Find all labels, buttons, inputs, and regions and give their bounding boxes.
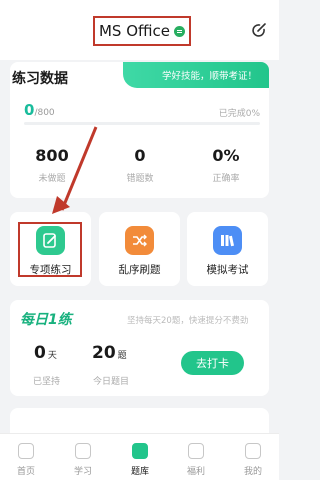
gift-icon [188,443,204,459]
nav-label: 学习 [73,467,92,477]
subject-title-button[interactable]: MS Office [93,16,191,46]
days-value: 0天 [34,343,57,363]
nav-question-bank[interactable]: 题库 [117,434,163,480]
stats-title: 练习数据 [12,71,68,87]
bottom-nav: 首页 学习 题库 福利 我的 [0,433,279,480]
function-label: 乱序刷题 [118,264,161,276]
highlight-box [18,222,82,277]
shuffle-practice-button[interactable]: 乱序刷题 [99,212,180,286]
nav-label: 福利 [186,467,205,477]
edit-icon[interactable] [251,22,267,38]
stat-wrong: 0 错题数 [100,146,180,184]
books-icon [213,226,242,255]
nav-label: 首页 [16,467,35,477]
page-title: MS Office [98,22,170,40]
stat-value: 0% [212,146,240,165]
nav-benefits[interactable]: 福利 [173,434,219,480]
nav-label: 我的 [243,467,262,477]
stat-label: 错题数 [126,174,154,184]
stat-accuracy: 0% 正确率 [186,146,266,184]
mock-exam-button[interactable]: 模拟考试 [187,212,268,286]
swap-icon [174,25,185,37]
home-icon [18,443,34,459]
days-label: 已坚持 [33,377,61,387]
profile-icon [245,443,261,459]
stat-label: 正确率 [212,174,240,184]
today-label: 今日题目 [93,377,130,387]
nav-study[interactable]: 学习 [60,434,106,480]
progress-bar [24,122,260,125]
nav-home[interactable]: 首页 [3,434,49,480]
checkin-logo: 每日1练 [20,312,72,328]
question-bank-icon [132,443,148,459]
progress-percent: 已完成0% [218,109,260,119]
nav-label: 题库 [130,467,149,477]
stat-value: 800 [35,146,69,165]
progress-total: /800 [34,108,55,118]
stat-label: 未做题 [38,174,66,184]
nav-profile[interactable]: 我的 [230,434,276,480]
function-label: 模拟考试 [206,264,249,276]
today-value: 20 题 [92,343,127,363]
stat-unanswered: 800 未做题 [12,146,92,184]
checkin-button[interactable]: 去打卡 [181,351,244,375]
study-icon [75,443,91,459]
progress-done: 0 [24,101,35,119]
shuffle-icon [125,226,154,255]
checkin-subtitle: 坚持每天20题，快速提分不费劲 [127,316,249,326]
stat-value: 0 [134,146,146,165]
stats-banner: 学好技能，顺带考证！ [123,62,269,88]
progress-row: 0/800 已完成0% [24,100,260,120]
